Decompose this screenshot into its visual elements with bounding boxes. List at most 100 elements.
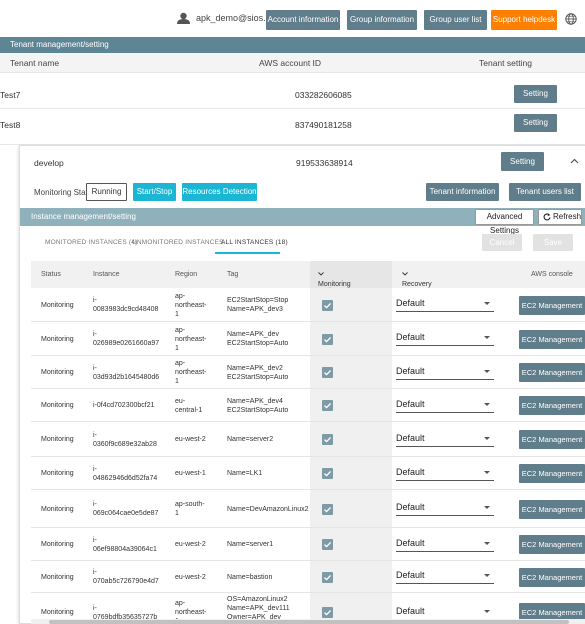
- dropdown-arrow-icon: [484, 437, 490, 440]
- check-icon: [324, 470, 332, 477]
- instance-region: eu-west-2: [175, 435, 206, 444]
- monitoring-checkbox[interactable]: [322, 504, 333, 515]
- instance-status: Monitoring: [41, 506, 74, 513]
- check-icon: [324, 369, 332, 376]
- instance-id-line: i-: [93, 605, 97, 612]
- instance-id-line: i-0f4cd702300bcf21: [93, 402, 155, 409]
- ec2-management-button[interactable]: EC2 Management: [519, 363, 585, 382]
- monitoring-checkbox[interactable]: [322, 400, 333, 411]
- monitoring-checkbox[interactable]: [322, 334, 333, 345]
- tenant-setting-button[interactable]: Setting: [514, 114, 557, 132]
- instance-region-line: central-1: [175, 407, 203, 414]
- start-stop-button[interactable]: Start/Stop: [133, 183, 176, 201]
- account-information-button[interactable]: Account information: [266, 10, 340, 30]
- refresh-button[interactable]: Refresh: [538, 209, 582, 225]
- monitoring-checkbox[interactable]: [322, 367, 333, 378]
- recovery-select[interactable]: Default: [396, 399, 494, 413]
- instance-tag-line: Name=APK_dev111: [227, 605, 290, 612]
- instance-region-line: ap-: [175, 327, 186, 334]
- instance-id: i- 070ab5c726790e4d7: [93, 568, 159, 586]
- tab-unmonitored-instances[interactable]: UNMONITORED INSTANCES: [132, 239, 224, 246]
- instance-row: Monitoring i- 0360f9c689e32ab28 eu-west-2 Na…: [31, 422, 585, 457]
- col-recovery[interactable]: Recovery: [402, 271, 432, 288]
- instance-tag-line: EC2StartStop=Auto: [227, 407, 289, 414]
- tenant-setting-button[interactable]: Setting: [514, 85, 557, 103]
- ec2-management-button[interactable]: EC2 Management: [519, 568, 585, 587]
- recovery-select[interactable]: Default: [396, 298, 494, 312]
- instance-id-line: 0083983dc9cd48408: [93, 306, 159, 313]
- group-user-list-button[interactable]: Group user list: [424, 10, 487, 30]
- col-status: Status: [41, 271, 61, 278]
- recovery-select[interactable]: Default: [396, 538, 494, 552]
- monitoring-checkbox[interactable]: [322, 572, 333, 583]
- tenant-users-list-button[interactable]: Tenant users list: [509, 183, 581, 201]
- monitoring-checkbox[interactable]: [322, 468, 333, 479]
- support-helpdesk-button[interactable]: Support helpdesk: [491, 10, 557, 30]
- globe-icon[interactable]: [565, 13, 577, 25]
- instance-id: i- 0360f9c689e32ab28: [93, 431, 157, 449]
- recovery-select[interactable]: Default: [396, 502, 494, 516]
- instance-region-line: eu-west-2: [175, 436, 206, 443]
- instance-tag-line: EC2StartStop=Stop: [227, 297, 289, 304]
- tab-all-instances[interactable]: ALL INSTANCES (18): [221, 239, 288, 246]
- instance-region-line: northeast-: [175, 302, 207, 309]
- recovery-select[interactable]: Default: [396, 433, 494, 447]
- tenant-aws-id: 033282606085: [295, 90, 352, 100]
- scrollbar-thumb[interactable]: [49, 620, 569, 624]
- resources-detection-button[interactable]: Resources Detection: [182, 183, 257, 201]
- dropdown-arrow-icon: [484, 370, 490, 373]
- ec2-management-button[interactable]: EC2 Management: [519, 296, 585, 315]
- group-information-button[interactable]: Group information: [347, 10, 417, 30]
- check-icon: [324, 436, 332, 443]
- instance-id-line: i-: [93, 432, 97, 439]
- ec2-management-button[interactable]: EC2 Management: [519, 464, 585, 483]
- ec2-management-button[interactable]: EC2 Management: [519, 500, 585, 519]
- refresh-label: Refresh: [553, 212, 582, 221]
- chevron-up-icon[interactable]: [570, 158, 579, 164]
- monitoring-checkbox[interactable]: [322, 607, 333, 618]
- recovery-select[interactable]: Default: [396, 570, 494, 584]
- instance-region-line: ap-south-: [175, 501, 205, 508]
- recovery-value: Default: [396, 502, 425, 512]
- instance-tag-line: OS=AmazonLinux2: [227, 596, 288, 603]
- recovery-select[interactable]: Default: [396, 366, 494, 380]
- instance-tag: Name=server2: [227, 435, 273, 444]
- recovery-select[interactable]: Default: [396, 606, 494, 620]
- instance-region-line: eu-west-2: [175, 541, 206, 548]
- instance-tag-line: EC2StartStop=Auto: [227, 340, 289, 347]
- tenant-aws-id: 837490181258: [295, 120, 352, 130]
- dropdown-arrow-icon: [484, 574, 490, 577]
- col-monitoring-setting[interactable]: Monitoring setting: [318, 271, 351, 295]
- cancel-button[interactable]: Cancel: [482, 234, 522, 251]
- ec2-management-button[interactable]: EC2 Management: [519, 535, 585, 554]
- horizontal-scrollbar[interactable]: [31, 619, 585, 624]
- monitoring-checkbox[interactable]: [322, 434, 333, 445]
- dropdown-arrow-icon: [484, 336, 490, 339]
- instance-region: ap-northeast- 1: [175, 326, 207, 353]
- dropdown-arrow-icon: [484, 302, 490, 305]
- instance-tag: EC2StartStop=Stop Name=APK_dev3: [227, 296, 288, 314]
- recovery-select[interactable]: Default: [396, 467, 494, 481]
- tab-monitored-instances[interactable]: MONITORED INSTANCES (4): [45, 239, 137, 246]
- advanced-settings-button[interactable]: Advanced Settings: [475, 209, 534, 235]
- instance-tag-line: Name=APK_dev3: [227, 306, 283, 313]
- instance-region-line: 1: [175, 311, 179, 318]
- ec2-management-button[interactable]: EC2 Management: [519, 430, 585, 449]
- instance-row: Monitoring i-0f4cd702300bcf21 eu-central-1…: [31, 389, 585, 422]
- instance-region: ap-northeast- 1: [175, 359, 207, 386]
- save-button[interactable]: Save: [533, 234, 573, 251]
- tenant-information-button[interactable]: Tenant information: [426, 183, 499, 201]
- instance-id-line: 0360f9c689e32ab28: [93, 441, 157, 448]
- tenant-row: Test7 033282606085 Setting: [0, 73, 585, 109]
- instance-status: Monitoring: [41, 541, 74, 548]
- ec2-management-button[interactable]: EC2 Management: [519, 330, 585, 349]
- instance-id: i-0f4cd702300bcf21: [93, 401, 155, 410]
- tenant-setting-button[interactable]: Setting: [501, 152, 544, 171]
- tenant-name: Test7: [0, 90, 21, 100]
- recovery-value: Default: [396, 298, 425, 308]
- monitoring-checkbox[interactable]: [322, 539, 333, 550]
- recovery-select[interactable]: Default: [396, 332, 494, 346]
- ec2-management-button[interactable]: EC2 Management: [519, 396, 585, 415]
- monitoring-checkbox[interactable]: [322, 300, 333, 311]
- instance-id: i- 04862946d6d52fa74: [93, 465, 157, 483]
